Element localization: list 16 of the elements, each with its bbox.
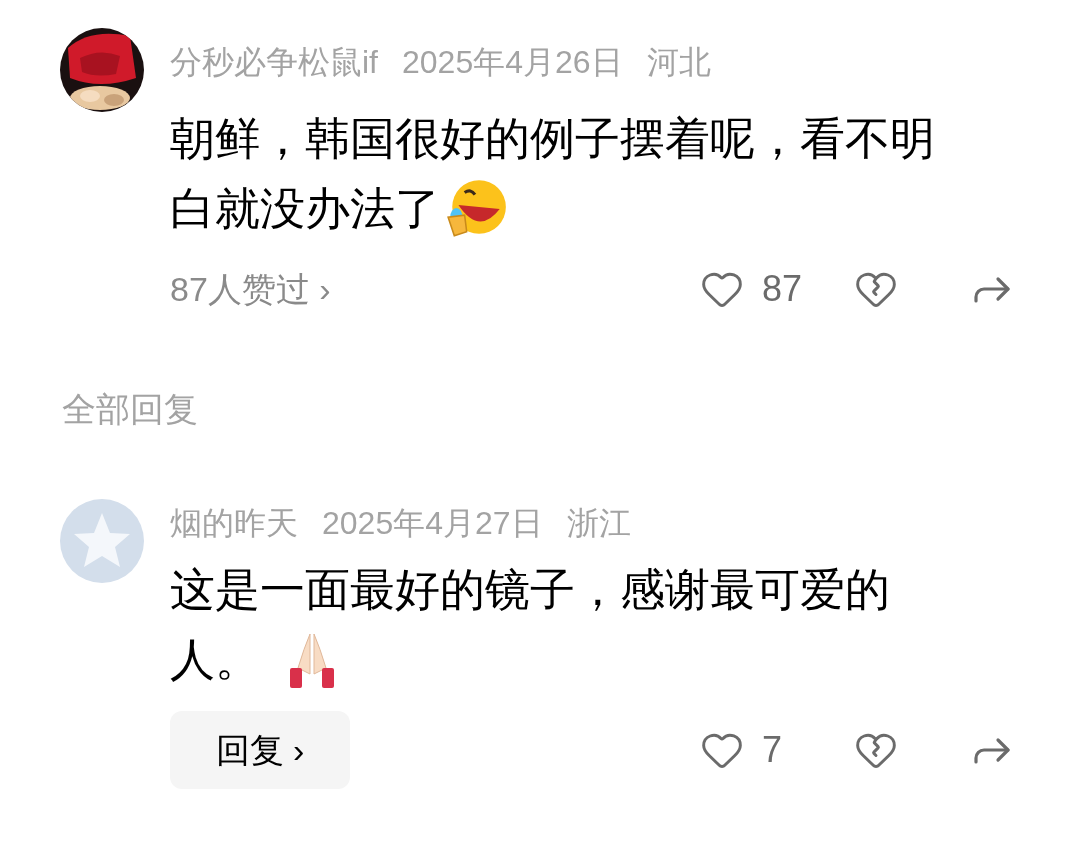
comment-region: 浙江 xyxy=(566,507,631,539)
star-avatar-icon xyxy=(60,499,144,583)
comment-date: 2025年4月26日 xyxy=(402,46,623,78)
comment-text-line: 这是一面最好的镜子，感谢最可爱的 xyxy=(170,563,890,617)
comment-region: 河北 xyxy=(646,46,711,78)
like-count: 7 xyxy=(762,728,784,772)
comment-text-line: 白就没办法了 xyxy=(170,182,440,236)
comment-date: 2025年4月27日 xyxy=(322,507,543,539)
likes-summary-link[interactable]: 87人赞过 › xyxy=(170,263,331,315)
section-title: 全部回复 xyxy=(62,389,198,430)
like-count: 87 xyxy=(762,267,804,311)
comment-text-line: 人。 xyxy=(170,633,260,687)
author-name[interactable]: 烟的昨天 xyxy=(170,507,298,539)
comment-text-line: 朝鲜，韩国很好的例子摆着呢，看不明 xyxy=(170,112,935,166)
author-name[interactable]: 分秒必争松鼠if xyxy=(170,46,378,78)
reply-button[interactable]: 回复 › xyxy=(170,711,350,789)
